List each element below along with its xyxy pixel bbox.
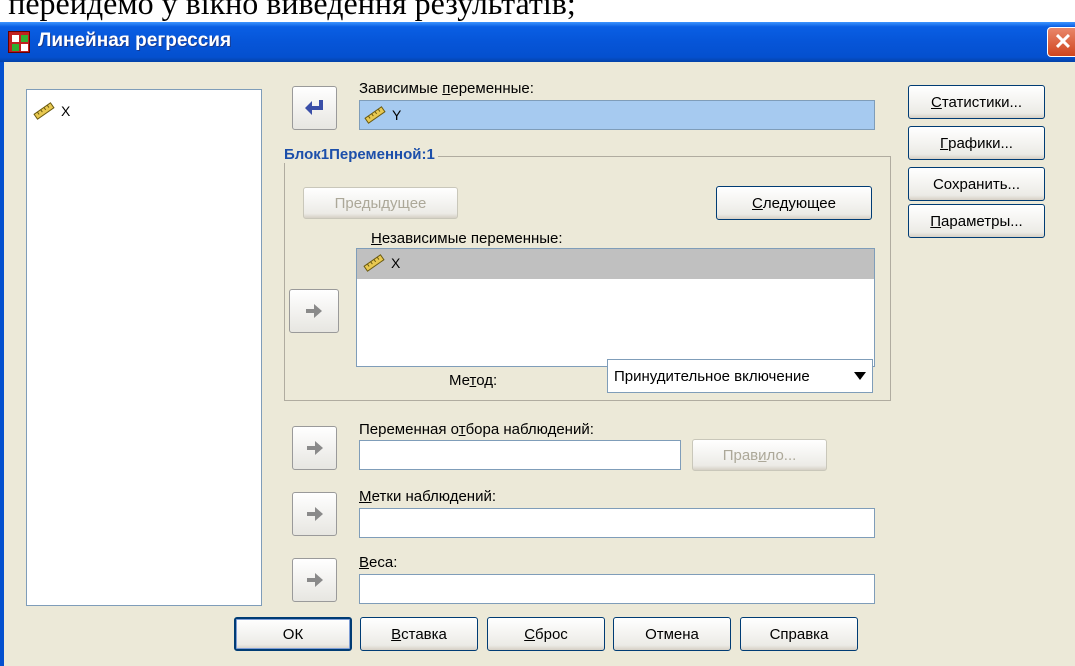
method-value: Принудительное включение [614, 367, 810, 385]
independent-label: Независимые переменные: [371, 230, 563, 247]
case-labels-field[interactable] [359, 508, 875, 538]
help-button[interactable]: Справка [740, 617, 858, 651]
selection-variable-label: Переменная отбора наблюдений: [359, 421, 594, 438]
paste-button[interactable]: Вставка [360, 617, 478, 651]
top-text-strip: а перейдемо у вікно виведення результаті… [0, 0, 1075, 24]
dependent-label: Зависимые переменные: [359, 80, 534, 97]
title-bar[interactable]: Линейная регрессия ✕ [0, 22, 1075, 62]
dialog-window: Линейная регрессия ✕ X Зависимые перемен… [0, 22, 1075, 666]
list-item[interactable]: X [363, 254, 400, 272]
ruler-icon [33, 102, 55, 120]
arrow-right-icon [306, 507, 323, 521]
ok-button[interactable]: ОК [234, 617, 352, 651]
move-to-selection-button[interactable] [292, 426, 337, 470]
list-item[interactable]: Y [364, 106, 401, 124]
variable-name: X [61, 103, 71, 119]
window-title: Линейная регрессия [38, 30, 232, 51]
weights-label: Веса: [359, 554, 398, 571]
window-border [0, 62, 4, 666]
next-button[interactable]: Следующее [716, 186, 872, 220]
independent-variable-list[interactable]: X [356, 248, 875, 367]
chevron-down-icon [854, 372, 866, 380]
source-variable-list[interactable]: X [26, 89, 262, 606]
ruler-icon [364, 106, 386, 124]
dependent-variable-field[interactable]: Y [359, 100, 875, 130]
ruler-icon [363, 254, 385, 272]
cancel-button[interactable]: Отмена [613, 617, 731, 651]
selection-variable-field[interactable] [359, 440, 681, 470]
previous-button[interactable]: Предыдущее [303, 187, 458, 219]
options-button[interactable]: Параметры... [908, 204, 1045, 238]
reset-button[interactable]: Сброс [487, 617, 605, 651]
weights-field[interactable] [359, 574, 875, 604]
statistics-button[interactable]: Статистики... [908, 85, 1045, 119]
method-select[interactable]: Принудительное включение [607, 359, 873, 393]
method-label: Метод: [449, 372, 498, 389]
plots-button[interactable]: Графики... [908, 126, 1045, 160]
variable-name: Y [392, 107, 402, 123]
list-item[interactable]: X [33, 102, 70, 120]
move-to-weights-button[interactable] [292, 558, 337, 602]
arrow-right-icon [306, 441, 323, 455]
app-icon [8, 31, 30, 53]
case-labels-label: Метки наблюдений: [359, 488, 497, 505]
top-text: а перейдемо у вікно виведення результаті… [0, 0, 576, 21]
save-button[interactable]: Сохранить... [908, 167, 1045, 201]
arrow-right-icon [306, 304, 322, 318]
move-to-independent-button[interactable] [289, 289, 339, 333]
arrow-left-icon [304, 100, 323, 115]
arrow-right-icon [306, 573, 323, 587]
rule-button[interactable]: Прав и ло... [692, 439, 827, 471]
selected-row[interactable]: X [357, 249, 874, 279]
move-to-case-labels-button[interactable] [292, 492, 337, 536]
close-button[interactable]: ✕ [1047, 27, 1075, 57]
move-to-dependent-button[interactable] [292, 86, 337, 130]
variable-name: X [391, 255, 401, 271]
block-title: Блок1Переменной:1 [281, 146, 438, 163]
